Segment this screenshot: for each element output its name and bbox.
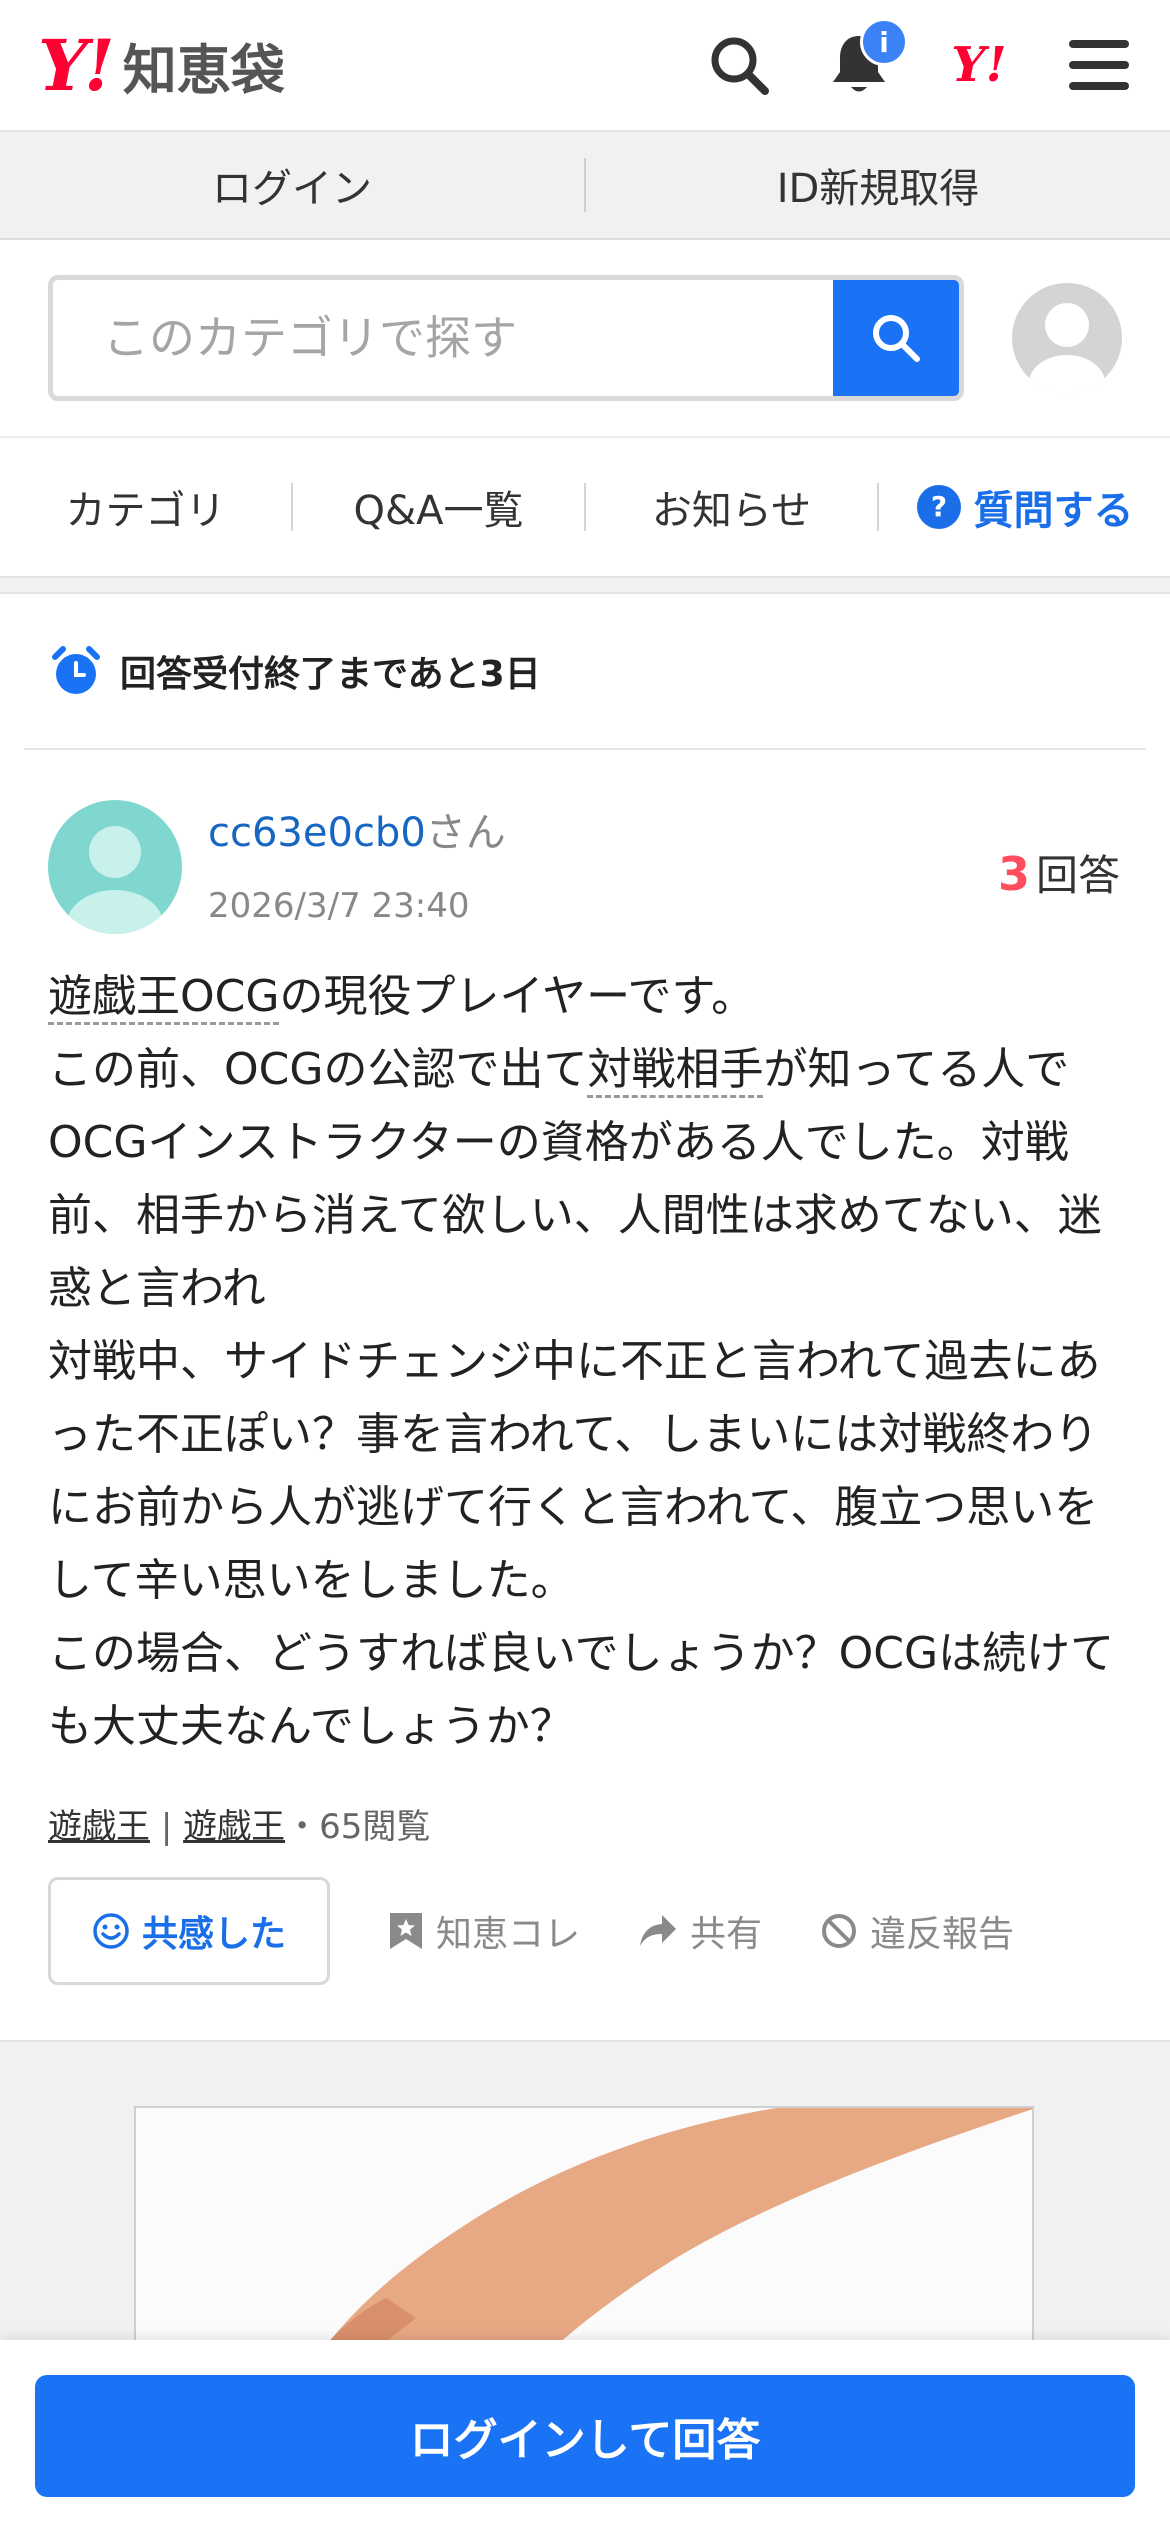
question-body: 遊戯王OCGの現役プレイヤーです。 この前、OCGの公認で出て対戦相手が知ってる…: [0, 934, 1170, 1763]
login-link[interactable]: ログイン: [0, 156, 584, 214]
yahoo-home-icon[interactable]: Y!: [944, 30, 1014, 100]
questioner-name[interactable]: cc63e0cb0さん: [208, 800, 506, 858]
ad-area: [0, 2040, 1170, 2406]
answer-count[interactable]: 3 回答: [998, 842, 1120, 903]
tab-news[interactable]: お知らせ: [586, 478, 877, 536]
svg-text:?: ?: [930, 490, 946, 523]
question-header: cc63e0cb0さん 2026/3/7 23:40 3 回答: [0, 750, 1170, 934]
questioner-suffix: さん: [425, 810, 506, 856]
empathy-button[interactable]: 共感した: [48, 1877, 330, 1985]
keyword-link[interactable]: 対戦相手: [587, 1044, 764, 1098]
yahoo-home-mark: Y!: [951, 37, 1007, 93]
notification-bell-icon[interactable]: i: [824, 18, 908, 100]
empathy-label: 共感した: [141, 1914, 286, 1955]
questioner-id: cc63e0cb0: [208, 810, 426, 856]
question-meta: 遊戯王 | 遊戯王・65閲覧: [0, 1763, 1170, 1848]
search-box: [48, 275, 964, 401]
register-link[interactable]: ID新規取得: [586, 156, 1170, 214]
category-tabs: カテゴリ Q&A一覧 お知らせ ? 質問する: [0, 438, 1170, 578]
share-label: 共有: [690, 1914, 763, 1955]
questioner-avatar-icon[interactable]: [48, 800, 182, 934]
brand-name: 知恵袋: [122, 38, 285, 102]
hamburger-menu-icon[interactable]: [1064, 30, 1134, 100]
question-mark-icon: ?: [916, 485, 961, 529]
search-row: [0, 240, 1170, 438]
section-gap: [0, 578, 1170, 594]
yahoo-logo-mark: Y!: [38, 23, 115, 107]
login-to-answer-button[interactable]: ログインして回答: [35, 2375, 1135, 2497]
ask-question-label: 質問する: [973, 488, 1134, 534]
deadline-notice: 回答受付終了まであと3日: [24, 594, 1146, 750]
chiecolle-button[interactable]: 知恵コレ: [388, 1905, 580, 1957]
category-separator: |: [160, 1807, 173, 1847]
app-header: Y! 知恵袋 i Y!: [0, 0, 1170, 132]
alarm-clock-icon: [52, 646, 100, 694]
chiebukuro-logo[interactable]: Y! 知恵袋: [38, 24, 285, 107]
prohibited-icon: [822, 1914, 857, 1948]
questioner-info: cc63e0cb0さん 2026/3/7 23:40: [208, 800, 506, 926]
keyword-link[interactable]: 遊戯王OCG: [48, 971, 280, 1025]
notification-badge: i: [860, 18, 908, 66]
answer-count-label: 回答: [1035, 851, 1120, 900]
question-date: 2026/3/7 23:40: [208, 886, 470, 926]
tab-qa-list[interactable]: Q&A一覧: [293, 478, 584, 536]
search-button[interactable]: [833, 280, 959, 396]
category-search-input[interactable]: [53, 280, 833, 396]
question-text: が知ってる人でOCGインストラクターの資格がある人でした。対戦前、相手から消えて…: [48, 1044, 1115, 1752]
search-button-icon: [873, 315, 920, 362]
deadline-text: 回答受付終了まであと3日: [120, 654, 541, 695]
category-link[interactable]: 遊戯王: [48, 1807, 150, 1847]
tab-category[interactable]: カテゴリ: [0, 478, 291, 536]
ask-question-button[interactable]: ? 質問する: [879, 478, 1170, 536]
bottom-bar: ログインして回答: [0, 2340, 1170, 2532]
chiecolle-label: 知恵コレ: [436, 1914, 581, 1955]
question-actions: 共感した 知恵コレ 共有 違反報告: [0, 1848, 1170, 1988]
bookmark-star-icon: [390, 1913, 422, 1949]
report-button[interactable]: 違反報告: [820, 1905, 1014, 1957]
report-label: 違反報告: [870, 1914, 1015, 1955]
category-link[interactable]: 遊戯王: [183, 1807, 285, 1847]
smile-icon: [93, 1913, 129, 1949]
share-arrow-icon: [640, 1915, 677, 1946]
share-button[interactable]: 共有: [638, 1905, 762, 1957]
user-avatar-icon[interactable]: [1012, 283, 1122, 393]
login-bar: ログイン ID新規取得: [0, 132, 1170, 240]
search-icon[interactable]: [704, 30, 774, 100]
answer-count-number: 3: [997, 847, 1030, 901]
view-count: ・65閲覧: [285, 1807, 431, 1847]
